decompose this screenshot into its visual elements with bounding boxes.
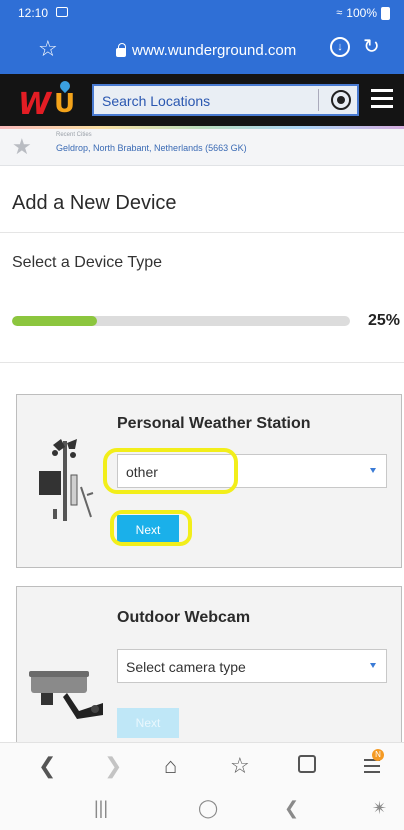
url-text: www.wunderground.com: [132, 42, 297, 59]
reload-icon[interactable]: ↻: [363, 34, 380, 59]
search-separator: [318, 89, 319, 111]
tabs-icon[interactable]: [298, 755, 316, 773]
site-header: W U Search Locations: [0, 74, 404, 126]
progress-percent: 25%: [368, 312, 401, 329]
bookmarks-icon[interactable]: ☆: [230, 753, 250, 779]
search-placeholder: Search Locations: [102, 93, 211, 109]
url-field[interactable]: www.wunderground.com: [116, 42, 296, 59]
camera-type-select[interactable]: Select camera type: [117, 649, 387, 683]
menu-badge: N: [372, 749, 384, 761]
recent-apps-icon[interactable]: |||: [94, 798, 108, 819]
divider: [0, 232, 404, 233]
gallery-icon: [56, 7, 68, 17]
status-time: 12:10: [18, 6, 49, 20]
recent-city-link[interactable]: Geldrop, North Brabant, Netherlands (566…: [56, 143, 247, 153]
progress-fill: [12, 316, 97, 326]
accessibility-icon[interactable]: ✴: [372, 798, 387, 819]
weather-station-icon: [39, 439, 94, 521]
download-icon[interactable]: ↓: [330, 37, 350, 57]
webcam-icon: [29, 671, 103, 719]
current-location-icon[interactable]: [331, 90, 351, 110]
highlight-next-annotation: [110, 510, 192, 546]
home-icon[interactable]: ⌂: [164, 753, 177, 779]
search-locations-input[interactable]: Search Locations: [92, 84, 359, 116]
select-value: Select camera type: [126, 659, 246, 675]
chevron-down-icon: [370, 663, 376, 668]
system-nav-bar: ||| ◯ ❮ ✴: [0, 790, 404, 830]
browser-menu-icon[interactable]: [364, 759, 380, 777]
home-button-icon[interactable]: ◯: [198, 798, 218, 819]
highlight-select-annotation: [103, 448, 238, 494]
outdoor-webcam-card: Outdoor Webcam Select camera type Next: [16, 586, 402, 746]
status-bar: 12:10 ≈ 100%: [0, 0, 404, 26]
system-back-icon[interactable]: ❮: [284, 798, 299, 819]
next-button-disabled[interactable]: Next: [117, 708, 179, 738]
battery-icon: [381, 6, 390, 20]
logo-w: W: [18, 87, 51, 122]
divider: [0, 362, 404, 363]
wunderground-logo[interactable]: W U: [18, 78, 78, 122]
wifi-signal-icon: ≈: [336, 7, 343, 19]
forward-icon[interactable]: ❯: [104, 753, 122, 779]
chevron-down-icon: [370, 468, 376, 473]
status-right: ≈ 100%: [336, 6, 390, 20]
header-gradient-line: [0, 126, 404, 129]
card-title: Personal Weather Station: [117, 415, 311, 432]
bookmark-star-icon[interactable]: ☆: [38, 36, 58, 62]
browser-bottom-nav: ❮ ❯ ⌂ ☆ N: [0, 742, 404, 790]
step-subtitle: Select a Device Type: [12, 254, 163, 271]
recent-cities-bar: ★ Recent Cities Geldrop, North Brabant, …: [0, 126, 404, 166]
favorite-star-icon[interactable]: ★: [12, 134, 32, 160]
page-title: Add a New Device: [12, 192, 177, 214]
hamburger-menu-icon[interactable]: [371, 89, 393, 109]
battery-percent: 100%: [346, 6, 377, 20]
recent-cities-label: Recent Cities: [56, 132, 92, 138]
progress-bar: [12, 316, 350, 326]
browser-url-bar: ☆ www.wunderground.com ↓ ↻: [0, 26, 404, 74]
back-icon[interactable]: ❮: [38, 753, 56, 779]
lock-icon: [116, 43, 126, 57]
card-title: Outdoor Webcam: [117, 609, 251, 626]
